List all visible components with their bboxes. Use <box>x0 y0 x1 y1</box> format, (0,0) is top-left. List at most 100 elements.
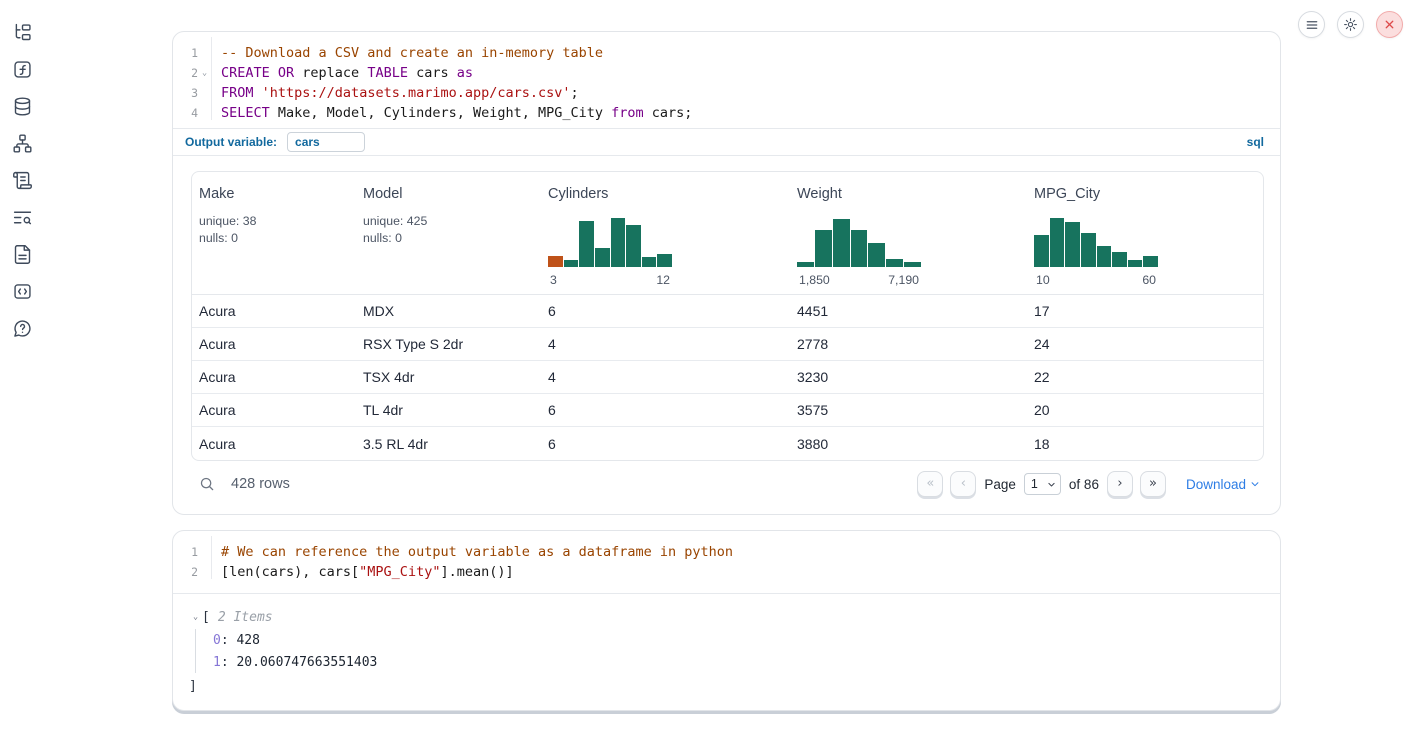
table-row[interactable]: AcuraRSX Type S 2dr4277824 <box>192 328 1263 361</box>
histogram-bar <box>904 262 921 267</box>
column-header-cylinders[interactable]: Cylinders312 <box>541 172 790 294</box>
table-cell: 17 <box>1027 303 1263 319</box>
chevron-down-icon <box>1250 479 1260 489</box>
histogram-bar <box>1143 256 1158 267</box>
search-icon[interactable] <box>198 475 216 493</box>
last-page-button[interactable]: » <box>1140 471 1166 497</box>
histogram-bar <box>564 260 579 267</box>
histogram-bar <box>815 230 832 267</box>
code-token: 'https://datasets.marimo.app/cars.csv' <box>262 85 571 101</box>
histogram-bar <box>868 243 885 267</box>
tree-entries: 0: 4281: 20.060747663551403 <box>195 629 377 673</box>
histogram-bar <box>1097 246 1112 267</box>
table-cell: 4 <box>541 336 790 352</box>
table-cell: 20 <box>1027 402 1263 418</box>
histogram-bar <box>657 254 672 267</box>
code-line[interactable]: 3FROM 'https://datasets.marimo.app/cars.… <box>173 83 1280 103</box>
cell-divider <box>173 593 1280 594</box>
table-cell: 6 <box>541 436 790 452</box>
row-count: 428 rows <box>231 476 290 492</box>
code-token: CREATE OR <box>221 65 294 81</box>
code-text: [len(cars), cars["MPG_City"].mean()] <box>211 564 514 580</box>
histogram-bar <box>1128 260 1143 267</box>
column-header-model[interactable]: Modelunique: 425nulls: 0 <box>356 172 541 294</box>
code-token: SELECT <box>221 105 270 121</box>
histogram-mpg_city <box>1034 215 1158 267</box>
code-token: as <box>457 65 473 81</box>
scratchpad-icon[interactable] <box>10 168 34 192</box>
line-number: 1 <box>173 545 211 559</box>
histogram-bar <box>1050 218 1065 267</box>
histogram-bar <box>1081 233 1096 267</box>
table-row[interactable]: AcuraTL 4dr6357520 <box>192 394 1263 427</box>
stat-line: unique: 425 <box>363 213 533 230</box>
collapse-chevron-icon[interactable]: ⌄ <box>189 612 202 622</box>
sql-code-editor[interactable]: 1-- Download a CSV and create an in-memo… <box>173 32 1280 123</box>
column-header-weight[interactable]: Weight1,8507,190 <box>790 172 1027 294</box>
table-cell: 3880 <box>790 436 1027 452</box>
code-token: ; <box>571 85 579 101</box>
pagination: « ‹ Page 1 of 86 › » Download <box>917 471 1260 497</box>
code-token: cars; <box>644 105 693 121</box>
line-number-text: 3 <box>191 86 198 100</box>
menu-icon[interactable] <box>1298 11 1325 38</box>
help-icon[interactable] <box>10 316 34 340</box>
python-code-editor[interactable]: 1# We can reference the output variable … <box>173 531 1280 582</box>
table-cell: Acura <box>192 303 356 319</box>
database-icon[interactable] <box>10 94 34 118</box>
code-line[interactable]: 1# We can reference the output variable … <box>173 542 1280 562</box>
table-row[interactable]: AcuraTSX 4dr4323022 <box>192 361 1263 394</box>
column-header-make[interactable]: Make unique: 38nulls: 0 <box>192 172 356 294</box>
stat-line: unique: 38 <box>199 213 348 230</box>
code-token: replace <box>294 65 367 81</box>
previous-page-button[interactable]: ‹ <box>950 471 976 497</box>
settings-icon[interactable] <box>1337 11 1364 38</box>
output-variable-input[interactable]: cars <box>287 132 365 152</box>
code-line[interactable]: 1-- Download a CSV and create an in-memo… <box>173 43 1280 63</box>
bracket-close: ] <box>189 675 377 697</box>
table-row[interactable]: Acura3.5 RL 4dr6388018 <box>192 427 1263 460</box>
column-stats: unique: 38nulls: 0 <box>199 213 348 246</box>
file-tree-icon[interactable] <box>10 20 34 44</box>
next-page-button[interactable]: › <box>1107 471 1133 497</box>
dependency-graph-icon[interactable] <box>10 131 34 155</box>
sql-cell: 1-- Download a CSV and create an in-memo… <box>172 31 1281 515</box>
code-token: from <box>611 105 644 121</box>
logs-search-icon[interactable] <box>10 205 34 229</box>
page-total-label: of 86 <box>1068 477 1100 492</box>
documentation-icon[interactable] <box>10 242 34 266</box>
fold-chevron-icon[interactable]: ⌄ <box>198 68 211 78</box>
code-line[interactable]: 4SELECT Make, Model, Cylinders, Weight, … <box>173 103 1280 123</box>
table-cell: Acura <box>192 436 356 452</box>
function-icon[interactable] <box>10 57 34 81</box>
histogram-min-label: 1,850 <box>799 273 830 287</box>
python-cell: 1# We can reference the output variable … <box>172 530 1281 711</box>
histogram-bar <box>611 218 626 267</box>
table-cell: 22 <box>1027 369 1263 385</box>
download-button[interactable]: Download <box>1186 477 1260 492</box>
column-stats: unique: 425nulls: 0 <box>363 213 533 246</box>
page-select[interactable]: 1 <box>1024 473 1061 495</box>
tree-entry-value: 428 <box>236 633 259 648</box>
close-icon[interactable] <box>1376 11 1403 38</box>
table-row[interactable]: AcuraMDX6445117 <box>192 295 1263 328</box>
histogram-cylinders <box>548 215 672 267</box>
table-cell: TSX 4dr <box>356 369 541 385</box>
code-token: "MPG_City" <box>359 564 440 580</box>
tree-entry-colon: : <box>221 655 237 670</box>
data-table: Makeunique: 38nulls: 0Modelunique: 425nu… <box>191 171 1264 461</box>
tree-head: ⌄ [ 2 Items <box>189 607 377 627</box>
code-line[interactable]: 2⌄CREATE OR replace TABLE cars as <box>173 63 1280 83</box>
snippets-icon[interactable] <box>10 279 34 303</box>
column-title: Cylinders <box>548 186 782 202</box>
code-line[interactable]: 2[len(cars), cars["MPG_City"].mean()] <box>173 562 1280 582</box>
column-title: Make <box>199 186 348 202</box>
histogram-bar <box>1034 235 1049 267</box>
column-header-mpg_city[interactable]: MPG_City1060 <box>1027 172 1263 294</box>
code-token: [len(cars), cars[ <box>221 564 359 580</box>
line-number-text: 1 <box>191 545 198 559</box>
stat-line: nulls: 0 <box>363 230 533 247</box>
first-page-button[interactable]: « <box>917 471 943 497</box>
histogram-bar <box>1112 252 1127 267</box>
tree-entry-colon: : <box>221 633 237 648</box>
